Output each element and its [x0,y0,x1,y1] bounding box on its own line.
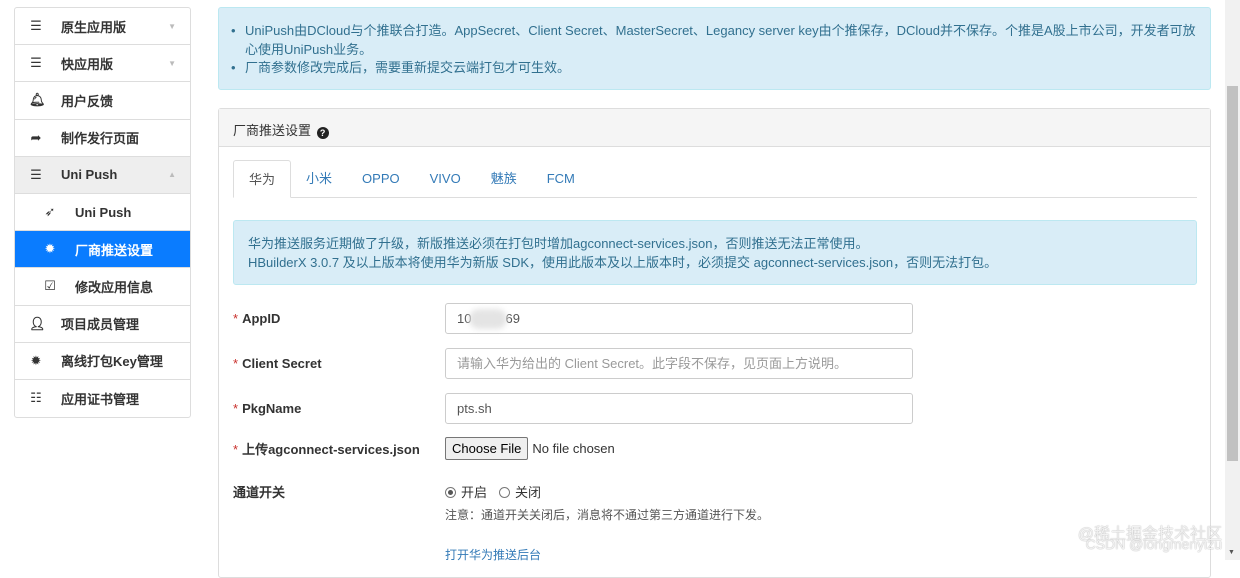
tab-huawei[interactable]: 华为 [233,160,292,198]
sidebar-item-label: 离线打包Key管理 [61,354,163,370]
radio-off[interactable]: 关闭 [499,482,541,501]
gear-icon: ✹ [44,241,56,257]
client-secret-input[interactable] [445,348,913,379]
chevron-down-icon: ▼ [168,21,176,31]
sidebar-item-label: 项目成员管理 [61,317,140,333]
sidebar-nav: ☰ 原生应用版 ▼ ☰ 快应用版 ▼ 🔔︎ 用户反馈 ➦ 制作发行页面 ☰ Uni Push ▲… [14,7,191,419]
file-upload-row: * 上传agconnect-services.json Choose File N… [233,437,615,460]
sidebar-item-label: 制作发行页面 [61,131,140,147]
sidebar-item-quick-app[interactable]: ☰ 快应用版 ▼ [15,45,190,83]
chevron-down-icon: ▼ [168,58,176,68]
label-text: 通道开关 [233,485,286,500]
sidebar-item-certificates[interactable]: ☷ 应用证书管理 [15,380,190,417]
bell-icon: 🔔︎ [29,92,46,108]
bars-icon: ☰ [30,166,42,182]
channel-switch-row: 通道开关 开启 关闭 [233,482,541,501]
sidebar-item-release-page[interactable]: ➦ 制作发行页面 [15,120,190,157]
radio-on[interactable]: 开启 [445,482,487,501]
required-marker: * [233,401,239,416]
tab-meizu[interactable]: 魅族 [476,160,532,197]
scroll-down-arrow-icon[interactable]: ▼ [1228,549,1235,556]
sidebar-item-label: 厂商推送设置 [75,242,154,258]
client-secret-label: * Client Secret [233,356,445,371]
sidebar-item-native-app[interactable]: ☰ 原生应用版 ▼ [15,8,190,46]
list-icon: ☷ [30,390,42,406]
radio-checked-icon[interactable] [445,487,456,498]
user-icon: 👤︎ [29,315,46,331]
unipush-notice: UniPush由DCloud与个推联合打造。AppSecret、Client S… [218,7,1211,90]
radio-label: 开启 [461,485,488,500]
tab-fcm[interactable]: FCM [532,160,590,197]
chevron-up-icon: ▲ [168,170,176,180]
tab-xiaomi[interactable]: 小米 [291,160,347,197]
info-line: HBuilderX 3.0.7 及以上版本将使用华为新版 SDK，使用此版本及以… [248,255,998,270]
sidebar-item-label: 修改应用信息 [75,279,154,295]
question-circle-icon[interactable]: ? [316,127,329,139]
radio-label: 关闭 [515,485,542,500]
vendor-tabs: 华为 小米 OPPO VIVO 魅族 FCM [233,160,1197,198]
sidebar-item-label: Uni Push [75,204,132,220]
appid-row: * AppID 10 69 [233,303,913,334]
sidebar-item-feedback[interactable]: 🔔︎ 用户反馈 [15,82,190,120]
bars-icon: ☰ [30,18,42,34]
paper-plane-icon: ➶ [44,204,56,220]
panel-title: 厂商推送设置 [233,123,312,138]
sidebar-item-unipush-group[interactable]: ☰ Uni Push ▲ [15,156,190,194]
sidebar-item-edit-app-info[interactable]: ☑ 修改应用信息 [15,268,190,306]
notice-item: 厂商参数修改完成后，需要重新提交云端打包才可生效。 [229,59,1196,78]
client-secret-row: * Client Secret [233,348,913,379]
required-marker: * [233,442,239,457]
choose-file-button[interactable]: Choose File [445,437,529,460]
sidebar-item-label: 快应用版 [61,56,114,72]
scrollbar-thumb[interactable] [1227,86,1238,461]
file-status: No file chosen [532,441,615,456]
sidebar-item-label: 应用证书管理 [61,391,140,407]
sidebar-item-unipush[interactable]: ➶ Uni Push [15,194,190,232]
tab-oppo[interactable]: OPPO [347,160,415,197]
edit-icon: ☑ [44,278,56,294]
label-text: Client Secret [242,356,322,371]
appid-suffix: 69 [505,311,520,326]
label-text: PkgName [242,401,302,416]
label-text: AppID [242,311,281,326]
appid-input[interactable]: 10 69 [445,303,913,334]
gear-icon: ✹ [30,352,42,368]
notice-item: UniPush由DCloud与个推联合打造。AppSecret、Client S… [229,22,1196,59]
file-upload-label: * 上传agconnect-services.json [233,439,445,458]
tab-vivo[interactable]: VIVO [415,160,476,197]
sidebar-item-label: 用户反馈 [61,93,114,109]
appid-label: * AppID [233,311,445,326]
watermark: CSDN @longmenyizu [1085,536,1222,552]
sidebar-item-vendor-push-settings[interactable]: ✹ 厂商推送设置 [15,231,190,269]
panel-heading: 厂商推送设置 ? [219,109,1210,147]
pkgname-label: * PkgName [233,401,445,416]
radio-unchecked-icon[interactable] [499,487,511,498]
required-marker: * [233,356,239,371]
vendor-push-panel: 厂商推送设置 ? 华为 小米 OPPO VIVO 魅族 FCM 华为推送服务近期… [218,108,1211,578]
scrollbar[interactable]: ▼ [1225,0,1240,560]
bars-icon: ☰ [30,55,42,71]
required-marker: * [233,311,239,326]
share-icon: ➦ [30,129,42,145]
pkgname-value: pts.sh [457,401,492,416]
sidebar-item-members[interactable]: 👤︎ 项目成员管理 [15,306,190,343]
info-line: 华为推送服务近期做了升级，新版推送必须在打包时增加agconnect-servi… [248,236,869,251]
open-huawei-console-link[interactable]: 打开华为推送后台 [445,546,541,563]
channel-switch-label: 通道开关 [233,482,445,501]
redaction-blur [469,308,508,329]
huawei-info: 华为推送服务近期做了升级，新版推送必须在打包时增加agconnect-servi… [233,220,1197,285]
pkgname-input[interactable]: pts.sh [445,393,913,424]
label-text: 上传agconnect-services.json [242,442,420,457]
pkgname-row: * PkgName pts.sh [233,393,913,424]
sidebar-item-label: Uni Push [61,167,118,183]
sidebar-item-label: 原生应用版 [61,19,127,35]
sidebar-item-offline-key[interactable]: ✹ 离线打包Key管理 [15,343,190,380]
switch-note: 注意：通道开关关闭后，消息将不通过第三方通道进行下发。 [445,508,770,522]
